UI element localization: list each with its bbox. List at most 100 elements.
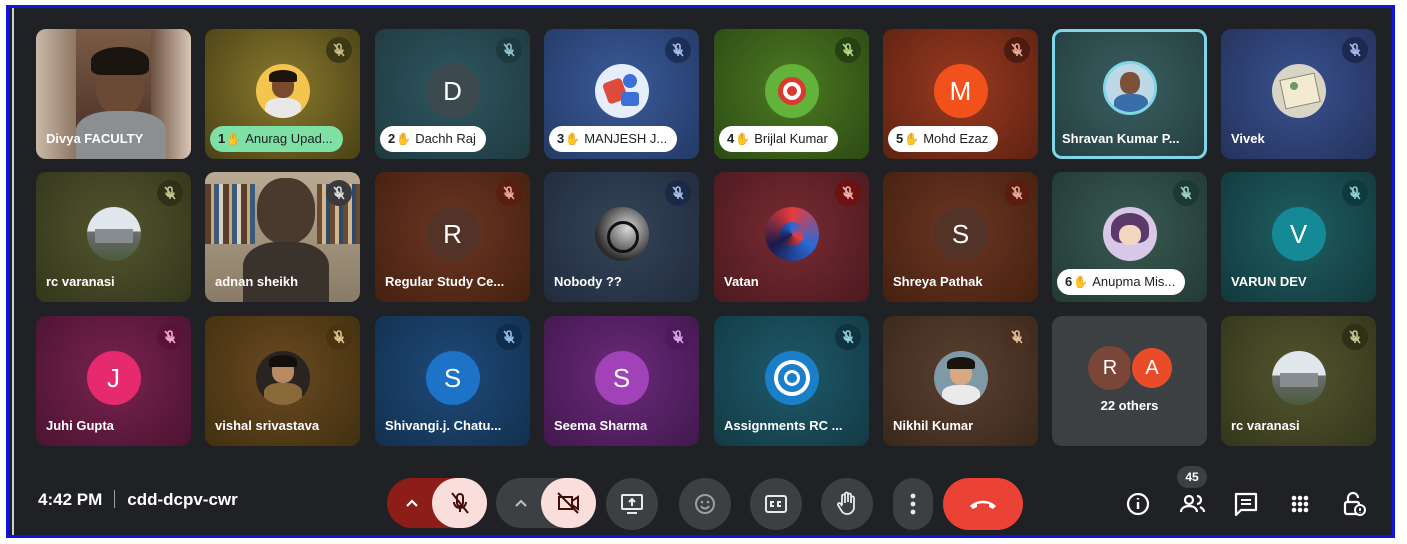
map-avatar bbox=[1271, 64, 1326, 118]
participant-tile[interactable]: 1✋ Anurag Upad... bbox=[205, 29, 360, 159]
participant-tile[interactable]: V VARUN DEV bbox=[1221, 172, 1376, 302]
present-screen-icon[interactable] bbox=[606, 478, 658, 530]
mic-off-icon[interactable] bbox=[432, 478, 487, 528]
activities-icon[interactable] bbox=[1286, 490, 1314, 518]
participant-tile[interactable]: J Juhi Gupta bbox=[36, 316, 191, 446]
participant-name: Nobody ?? bbox=[554, 274, 622, 289]
participant-tile-speaking[interactable]: Shravan Kumar P... bbox=[1052, 29, 1207, 159]
participant-name: rc varanasi bbox=[46, 274, 115, 289]
raised-hand-pill: 2✋ Dachh Raj bbox=[380, 126, 486, 152]
participants-count-badge: 45 bbox=[1177, 466, 1207, 488]
avatar bbox=[255, 64, 310, 118]
video-settings-chevron-icon[interactable] bbox=[496, 478, 544, 528]
audio-settings-chevron-icon[interactable] bbox=[387, 478, 435, 528]
participant-name: Seema Sharma bbox=[554, 418, 648, 433]
raised-hand-pill: 4✋ Brijlal Kumar bbox=[719, 126, 838, 152]
raised-hand-pill: 5✋ Mohd Ezaz bbox=[888, 126, 999, 152]
participant-name: Juhi Gupta bbox=[46, 418, 114, 433]
info-icon[interactable] bbox=[1124, 490, 1152, 518]
more-options-icon[interactable] bbox=[893, 478, 933, 530]
participant-tile[interactable]: Nobody ?? bbox=[544, 172, 699, 302]
logo-avatar bbox=[764, 351, 819, 405]
meeting-details: 4:42 PM cdd-dcpv-cwr bbox=[38, 490, 238, 510]
participant-name: Shivangi.j. Chatu... bbox=[385, 418, 502, 433]
participant-tile[interactable]: D 2✋ Dachh Raj bbox=[375, 29, 530, 159]
raised-hand-pill: 6✋ Anupma Mis... bbox=[1057, 269, 1186, 295]
mic-muted-icon bbox=[496, 37, 522, 63]
participant-name: Shreya Pathak bbox=[893, 274, 983, 289]
participant-name: adnan sheikh bbox=[215, 274, 299, 289]
chat-icon[interactable] bbox=[1232, 490, 1260, 518]
avatar-initial: M bbox=[933, 64, 988, 118]
swirl-logo-avatar bbox=[764, 207, 819, 261]
mic-muted-icon bbox=[1004, 324, 1030, 350]
building-avatar bbox=[1271, 351, 1326, 405]
others-tile[interactable]: R A 22 others bbox=[1052, 316, 1207, 446]
participant-tile[interactable]: Divya FACULTY bbox=[36, 29, 191, 159]
participant-name: Vatan bbox=[724, 274, 759, 289]
participant-tile[interactable]: S Shreya Pathak bbox=[883, 172, 1038, 302]
meeting-code: cdd-dcpv-cwr bbox=[127, 490, 238, 509]
participant-tile[interactable]: Vatan bbox=[714, 172, 869, 302]
participant-tile[interactable]: Nikhil Kumar bbox=[883, 316, 1038, 446]
participant-name: vishal srivastava bbox=[215, 418, 320, 433]
raised-hand-pill: 3✋ MANJESH J... bbox=[549, 126, 678, 152]
mic-muted-icon bbox=[835, 324, 861, 350]
participant-name: Divya FACULTY bbox=[46, 131, 144, 146]
host-controls-icon[interactable] bbox=[1340, 490, 1368, 518]
participant-name: Nikhil Kumar bbox=[893, 418, 974, 433]
mic-muted-icon bbox=[326, 180, 352, 206]
divider bbox=[114, 490, 116, 508]
captions-icon[interactable] bbox=[750, 478, 802, 530]
people-icon[interactable] bbox=[1178, 490, 1206, 518]
mic-muted-icon bbox=[1342, 37, 1368, 63]
avatar bbox=[1102, 207, 1157, 261]
building-avatar bbox=[86, 207, 141, 261]
participant-name: Assignments RC ... bbox=[724, 418, 843, 433]
participant-tile[interactable]: rc varanasi bbox=[36, 172, 191, 302]
participant-name: Regular Study Ce... bbox=[385, 274, 505, 289]
participant-tile[interactable]: S Seema Sharma bbox=[544, 316, 699, 446]
mic-muted-icon bbox=[1342, 324, 1368, 350]
avatar-initial: S bbox=[425, 351, 480, 405]
window-edge bbox=[12, 8, 14, 535]
participant-tile[interactable]: Assignments RC ... bbox=[714, 316, 869, 446]
mic-muted-icon bbox=[157, 180, 183, 206]
participant-tile[interactable]: 3✋ MANJESH J... bbox=[544, 29, 699, 159]
others-avatar-stack: R A bbox=[1086, 346, 1176, 392]
participant-tile[interactable]: S Shivangi.j. Chatu... bbox=[375, 316, 530, 446]
participant-tile[interactable]: R Regular Study Ce... bbox=[375, 172, 530, 302]
avatar-initial: S bbox=[933, 207, 988, 261]
avatar bbox=[594, 207, 649, 261]
participant-tile[interactable]: adnan sheikh bbox=[205, 172, 360, 302]
participant-tile[interactable]: vishal srivastava bbox=[205, 316, 360, 446]
participant-tile[interactable]: 6✋ Anupma Mis... bbox=[1052, 172, 1207, 302]
camera-off-icon[interactable] bbox=[541, 478, 596, 528]
avatar bbox=[1102, 61, 1157, 115]
participant-name: Shravan Kumar P... bbox=[1062, 131, 1180, 146]
mic-muted-icon bbox=[665, 180, 691, 206]
mic-muted-icon bbox=[835, 180, 861, 206]
end-call-icon[interactable] bbox=[943, 478, 1023, 530]
participant-tile[interactable]: rc varanasi bbox=[1221, 316, 1376, 446]
mic-control-group bbox=[387, 478, 487, 528]
avatar-initial: A bbox=[1130, 346, 1174, 390]
mic-muted-icon bbox=[496, 180, 522, 206]
mic-muted-icon bbox=[665, 37, 691, 63]
emoji-icon[interactable] bbox=[679, 478, 731, 530]
mic-muted-icon bbox=[1004, 180, 1030, 206]
target-logo-avatar bbox=[764, 64, 819, 118]
avatar-initial: J bbox=[86, 351, 141, 405]
participant-tile[interactable]: Vivek bbox=[1221, 29, 1376, 159]
meeting-window: Divya FACULTY 1✋ Anurag Upad... D 2✋ Dachh… bbox=[6, 5, 1395, 538]
raise-hand-icon[interactable] bbox=[821, 478, 873, 530]
avatar bbox=[255, 351, 310, 405]
mic-muted-icon bbox=[665, 324, 691, 350]
mic-muted-icon bbox=[326, 37, 352, 63]
camera-control-group bbox=[496, 478, 596, 528]
participant-tile[interactable]: 4✋ Brijlal Kumar bbox=[714, 29, 869, 159]
avatar-initial: D bbox=[425, 64, 480, 118]
participant-tile[interactable]: M 5✋ Mohd Ezaz bbox=[883, 29, 1038, 159]
others-count-label: 22 others bbox=[1100, 398, 1159, 413]
raised-hand-pill: 1✋ Anurag Upad... bbox=[210, 126, 343, 152]
